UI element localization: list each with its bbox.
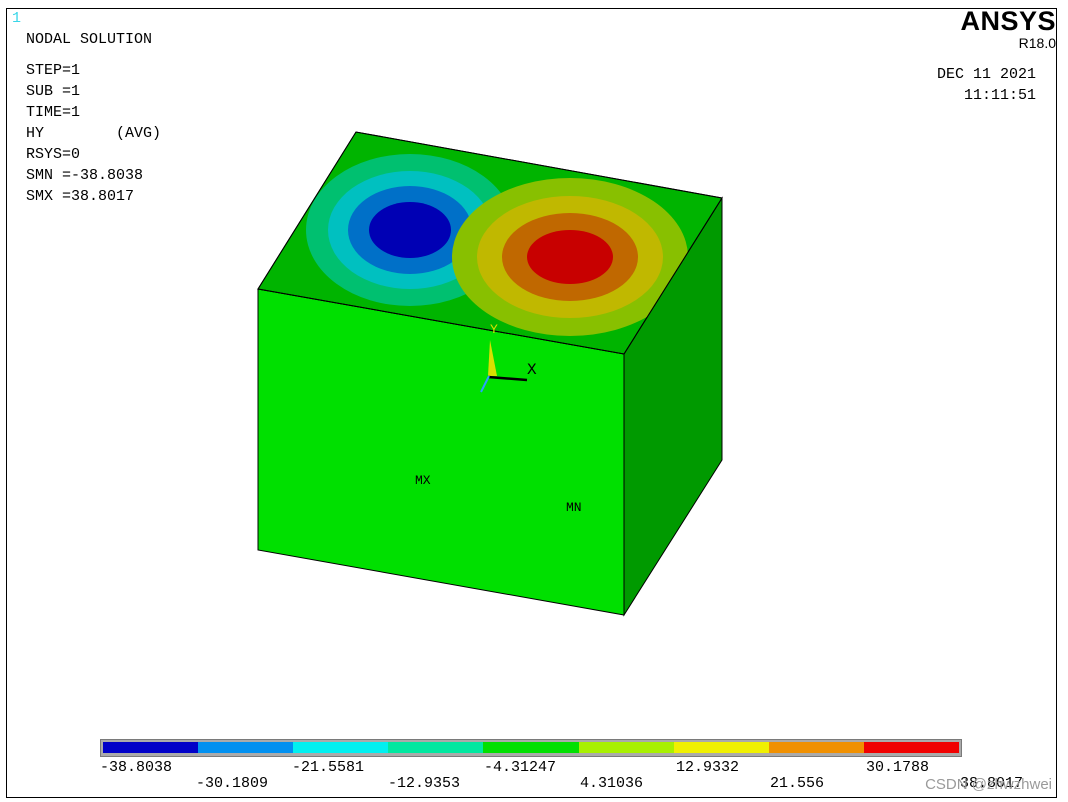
legend-label: 4.31036 <box>580 775 644 792</box>
legend-swatch <box>863 742 959 753</box>
legend-label: 12.9332 <box>676 759 740 776</box>
legend-label: -38.8038 <box>100 759 173 776</box>
legend-label: -12.9353 <box>388 775 461 792</box>
legend-color-bar <box>100 739 962 757</box>
legend-swatch <box>768 742 864 753</box>
legend-swatch <box>388 742 484 753</box>
legend-label: 21.556 <box>770 775 825 792</box>
legend-swatch <box>198 742 294 753</box>
legend-swatch <box>578 742 674 753</box>
legend-swatch <box>103 742 199 753</box>
min-marker: MN <box>566 500 582 515</box>
legend-label: -21.5581 <box>292 759 365 776</box>
legend-label: -4.31247 <box>484 759 557 776</box>
contour-legend <box>100 739 962 759</box>
legend-label: -30.1809 <box>196 775 269 792</box>
legend-swatch <box>483 742 579 753</box>
contour-model-view[interactable]: Y X MX MN <box>0 0 1068 802</box>
legend-label: 30.1788 <box>866 759 930 776</box>
max-marker: MX <box>415 473 431 488</box>
legend-swatch <box>673 742 769 753</box>
triad-x-label: X <box>527 361 537 379</box>
watermark: CSDN @zhwzhwei <box>925 776 1052 793</box>
legend-swatch <box>293 742 389 753</box>
triad-y-label: Y <box>490 322 498 337</box>
